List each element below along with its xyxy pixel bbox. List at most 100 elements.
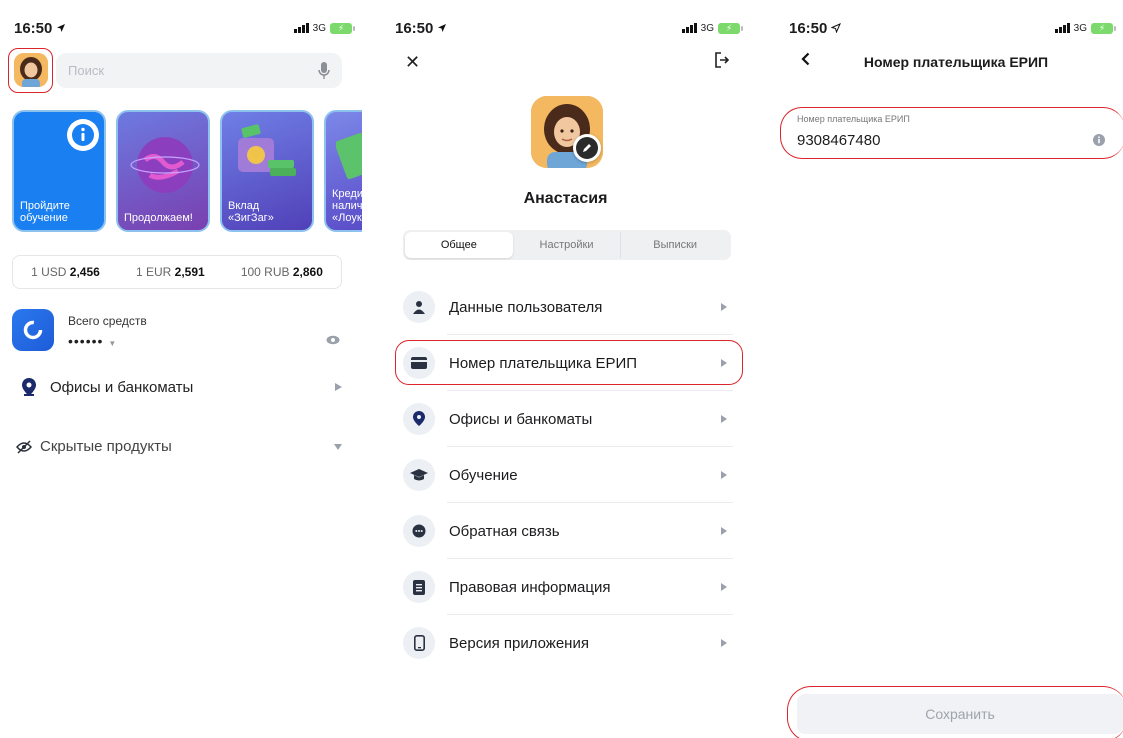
signal-icon: [293, 23, 309, 33]
status-time: 16:50: [14, 20, 66, 37]
profile-menu: Данные пользователя Номер плательщика ЕР…: [403, 279, 733, 671]
search-input[interactable]: Поиск: [56, 53, 342, 88]
avatar-icon: [14, 53, 48, 87]
story-caption: Вклад «ЗигЗаг»: [228, 200, 274, 224]
chevron-right-icon: [721, 527, 727, 535]
eye-off-icon: [16, 439, 32, 454]
menu-item-offices[interactable]: Офисы и банкоматы: [403, 391, 733, 447]
menu-item-label: Правовая информация: [449, 578, 611, 596]
tab-general[interactable]: Общее: [405, 232, 513, 258]
microphone-icon[interactable]: [318, 61, 330, 80]
chat-bubble-icon: [412, 524, 426, 538]
globe-icon: [130, 137, 200, 193]
save-button[interactable]: Сохранить: [797, 694, 1123, 734]
profile-avatar-button[interactable]: [14, 53, 48, 87]
erip-number-field[interactable]: Номер плательщика ЕРИП 9308467480: [783, 108, 1113, 158]
tab-statements[interactable]: Выписки: [621, 232, 729, 258]
graduation-cap-icon: [410, 469, 428, 481]
chevron-right-icon: [721, 639, 727, 647]
rate-rub: 100 RUB 2,860: [240, 265, 323, 279]
story-caption: Креди налич «Лоук: [332, 188, 362, 224]
stories-carousel[interactable]: Пройдите обучение Продолжаем! Вклад «Зиг…: [12, 110, 362, 232]
total-funds-masked[interactable]: •••••• ▼: [68, 333, 117, 349]
network-type: 3G: [312, 22, 326, 34]
status-time-text: 16:50: [395, 19, 434, 37]
story-card[interactable]: Вклад «ЗигЗаг»: [220, 110, 314, 232]
menu-item-erip-number[interactable]: Номер плательщика ЕРИП: [403, 335, 733, 391]
cash-icon: [336, 132, 362, 180]
hidden-products-row[interactable]: Скрытые продукты: [12, 438, 342, 455]
safe-money-icon: [238, 124, 296, 176]
story-caption: Пройдите обучение: [20, 200, 70, 224]
profile-tabs[interactable]: Общее Настройки Выписки: [403, 230, 731, 260]
system-indicators: 3G ⚡: [681, 22, 743, 34]
story-caption: Продолжаем!: [124, 212, 193, 224]
location-arrow-icon: [438, 24, 447, 32]
hidden-products-label: Скрытые продукты: [40, 438, 172, 455]
info-icon: [67, 119, 99, 151]
menu-item-app-version[interactable]: Версия приложения: [403, 615, 733, 671]
rate-eur: 1 EUR 2,591: [135, 265, 205, 279]
menu-item-user-data[interactable]: Данные пользователя: [403, 279, 733, 335]
rate-usd: 1 USD 2,456: [31, 265, 100, 279]
close-icon[interactable]: ✕: [405, 52, 420, 73]
location-pin-icon: [413, 411, 425, 426]
tab-settings[interactable]: Настройки: [513, 232, 622, 258]
logout-icon[interactable]: [714, 52, 730, 68]
currency-rates[interactable]: 1 USD 2,456 1 EUR 2,591 100 RUB 2,860: [12, 255, 342, 289]
menu-item-label: Данные пользователя: [449, 298, 603, 316]
chevron-right-icon: [721, 303, 727, 311]
system-indicators: 3G ⚡: [293, 22, 355, 34]
menu-item-legal[interactable]: Правовая информация: [403, 559, 733, 615]
erip-field-value[interactable]: 9308467480: [797, 132, 880, 149]
document-icon: [413, 579, 425, 595]
status-time-text: 16:50: [14, 19, 53, 37]
signal-icon: [1054, 23, 1070, 33]
erip-field-label: Номер плательщика ЕРИП: [797, 114, 910, 124]
battery-icon: ⚡: [1091, 22, 1116, 34]
edit-avatar-button[interactable]: [573, 134, 601, 162]
location-arrow-icon: [831, 23, 842, 33]
battery-icon: ⚡: [330, 22, 355, 34]
eye-icon[interactable]: [326, 335, 340, 345]
status-time-text: 16:50: [789, 19, 828, 37]
story-card[interactable]: Пройдите обучение: [12, 110, 106, 232]
battery-icon: ⚡: [718, 22, 743, 34]
menu-item-label: Обучение: [449, 466, 518, 484]
network-type: 3G: [700, 22, 714, 34]
menu-item-label: Номер плательщика ЕРИП: [449, 354, 638, 372]
status-bar: 16:50 3G ⚡: [395, 18, 743, 38]
signal-icon: [681, 23, 697, 33]
erip-screen: 16:50 3G ⚡ Номер плательщика ЕРИП Номер …: [769, 0, 1123, 738]
story-card[interactable]: Креди налич «Лоук: [324, 110, 362, 232]
menu-item-label: Офисы и банкоматы: [449, 410, 593, 428]
total-funds-label: Всего средств: [68, 314, 147, 328]
menu-item-education[interactable]: Обучение: [403, 447, 733, 503]
chevron-right-icon: [721, 471, 727, 479]
chevron-down-icon: [334, 443, 342, 450]
user-icon: [413, 301, 425, 314]
info-icon[interactable]: [1093, 134, 1105, 146]
home-screen: 16:50 3G ⚡ Поиск Пройдите обучение Продо…: [0, 0, 362, 738]
location-pin-icon: [22, 378, 36, 396]
chevron-right-icon: [721, 359, 727, 367]
user-name: Анастасия: [523, 190, 608, 207]
story-card[interactable]: Продолжаем!: [116, 110, 210, 232]
status-bar: 16:50 3G ⚡: [789, 18, 1116, 38]
chevron-right-icon: [721, 415, 727, 423]
total-funds-icon[interactable]: [12, 309, 54, 351]
loading-ring-icon: [23, 320, 43, 340]
card-icon: [411, 357, 427, 369]
phone-icon: [413, 635, 425, 651]
status-time: 16:50: [789, 19, 842, 37]
offices-atm-row[interactable]: Офисы и банкоматы: [12, 378, 342, 396]
location-arrow-icon: [57, 24, 66, 32]
system-indicators: 3G ⚡: [1054, 22, 1116, 34]
menu-item-label: Обратная связь: [449, 522, 560, 540]
chevron-right-icon: [335, 383, 342, 391]
pencil-icon: [583, 144, 591, 152]
menu-item-label: Версия приложения: [449, 634, 589, 652]
menu-item-feedback[interactable]: Обратная связь: [403, 503, 733, 559]
offices-atm-label: Офисы и банкоматы: [50, 378, 194, 396]
status-bar: 16:50 3G ⚡: [14, 18, 355, 38]
